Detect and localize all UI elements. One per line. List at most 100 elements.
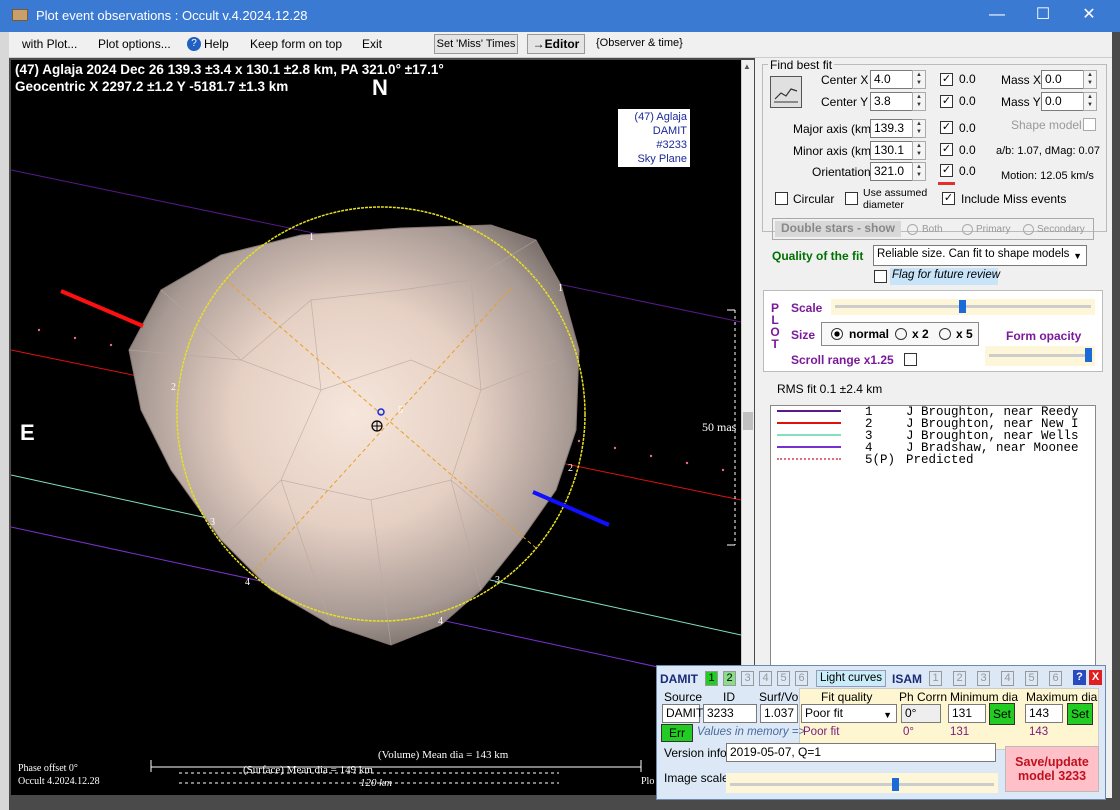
plot-area[interactable]: (47) Aglaja 2024 Dec 26 139.3 ±3.4 x 130… [11,60,741,795]
hdr-id: ID [723,690,735,704]
quality-select[interactable]: Reliable size. Can fit to shape models ▼ [873,245,1087,266]
minor-axis-checkbox[interactable]: ✓ [940,143,953,156]
isam-tab[interactable]: 4 [1001,671,1014,686]
center-y-checkbox[interactable]: ✓ [940,95,953,108]
scale-slider[interactable] [831,299,1095,315]
phcorr-field[interactable]: 0° [901,704,941,723]
include-miss-label: Include Miss events [961,192,1067,206]
size-normal-radio[interactable] [831,328,843,340]
mass-y-input[interactable]: 0.0 [1041,92,1085,111]
minimize-button[interactable]: — [974,0,1020,32]
size-x5-radio[interactable] [939,328,951,340]
minor-axis-spinner[interactable]: ▲ ▼ [912,141,926,160]
set-min-button[interactable]: Set [989,703,1015,725]
mass-y-label: Mass Y [1001,95,1041,109]
footer-version: Occult 4.2024.12.28 [18,776,100,787]
image-scale-thumb[interactable] [892,778,899,791]
help-icon[interactable]: ? [187,37,201,51]
isam-tab[interactable]: 6 [1049,671,1062,686]
ab-label: a/b: 1.07, dMag: 0.07 [996,145,1100,157]
damit-tab[interactable]: 1 [705,671,718,686]
save-update-button[interactable]: Save/update model 3233 [1005,746,1099,792]
hdr-phcorr: Ph Corrn [899,690,948,704]
editor-button[interactable]: →Editor [527,34,585,54]
orientation-input[interactable]: 321.0 [870,162,914,181]
scroll-up-icon[interactable]: ▲ [743,62,751,71]
mass-x-spinner[interactable]: ▲ ▼ [1083,70,1097,89]
double-stars-button[interactable]: Double stars - show [775,221,901,237]
circular-checkbox[interactable] [775,192,788,205]
damit-tab[interactable]: 3 [741,671,754,686]
form-opacity-slider[interactable] [985,346,1095,366]
shape-model-checkbox[interactable] [1083,118,1096,131]
scroll-thumb[interactable] [743,412,753,430]
major-axis-spinner[interactable]: ▲ ▼ [912,119,926,138]
flag-review-label: Flag for future review [890,268,1000,285]
secondary-radio[interactable] [1023,224,1034,235]
maximize-button[interactable]: ☐ [1020,0,1066,32]
center-x-checkbox[interactable]: ✓ [940,73,953,86]
both-radio[interactable] [907,224,918,235]
scale-slider-thumb[interactable] [959,300,966,313]
orientation-spinner[interactable]: ▲ ▼ [912,162,926,181]
chevron-down-icon: ▼ [1073,251,1082,261]
chord-label: 4 [245,577,250,588]
major-axis-input[interactable]: 139.3 [870,119,914,138]
menu-keep-on-top[interactable]: Keep form on top [250,37,342,51]
legend-swatch [777,422,841,424]
menu-with-plot[interactable]: with Plot... [22,37,77,51]
fit-graph-button[interactable] [770,76,802,108]
primary-radio[interactable] [962,224,973,235]
min-dia-field[interactable]: 131 [948,704,986,723]
fit-quality-select[interactable]: Poor fit ▼ [801,704,897,723]
use-assumed-label: Use assumed diameter [863,187,928,211]
isam-tab[interactable]: 5 [1025,671,1038,686]
mass-y-spinner[interactable]: ▲ ▼ [1083,92,1097,111]
footer-right: Plo [641,776,655,787]
use-assumed-checkbox[interactable] [845,192,858,205]
isam-tab[interactable]: 3 [977,671,990,686]
version-info-field[interactable]: 2019-05-07, Q=1 [726,743,996,762]
scroll-range-checkbox[interactable] [904,353,917,366]
damit-tab[interactable]: 5 [777,671,790,686]
include-miss-checkbox[interactable]: ✓ [942,192,955,205]
damit-tab[interactable]: 2 [723,671,736,686]
help-button[interactable]: ? [1073,670,1086,685]
size-x2-radio[interactable] [895,328,907,340]
light-curves-button[interactable]: Light curves [816,670,886,687]
set-max-button[interactable]: Set [1067,703,1093,725]
legend-swatch [777,434,841,436]
form-opacity-thumb[interactable] [1085,348,1092,362]
center-x-spinner[interactable]: ▲ ▼ [912,70,926,89]
menu-exit[interactable]: Exit [362,37,382,51]
flag-review-checkbox[interactable] [874,270,887,283]
orientation-checkbox[interactable]: ✓ [940,164,953,177]
center-x-input[interactable]: 4.0 [870,70,914,89]
version-info-label: Version info [664,746,727,760]
damit-tab[interactable]: 4 [759,671,772,686]
surf-field[interactable]: 1.037 [760,704,798,723]
observer-time-label[interactable]: {Observer & time} [596,37,683,49]
menu-help[interactable]: Help [204,37,229,51]
major-axis-checkbox[interactable]: ✓ [940,121,953,134]
image-scale-slider[interactable] [726,773,998,793]
menu-plot-options[interactable]: Plot options... [98,37,171,51]
damit-tab[interactable]: 6 [795,671,808,686]
info-damit: DAMIT #3233 [652,125,687,151]
legend-swatch [777,446,841,448]
chord-label: 3 [210,517,215,528]
max-dia-field[interactable]: 143 [1025,704,1063,723]
minor-axis-input[interactable]: 130.1 [870,141,914,160]
chord-label: 1 [558,283,563,294]
center-y-input[interactable]: 3.8 [870,92,914,111]
mass-x-input[interactable]: 0.0 [1041,70,1085,89]
isam-tab[interactable]: 1 [929,671,942,686]
err-button[interactable]: Err [661,724,693,742]
close-button[interactable]: ✕ [1066,0,1112,32]
id-field[interactable]: 3233 [703,704,757,723]
isam-tab[interactable]: 2 [953,671,966,686]
center-y-spinner[interactable]: ▲ ▼ [912,92,926,111]
damit-close-button[interactable]: X [1089,670,1102,685]
set-miss-times-button[interactable]: Set 'Miss' Times [434,34,518,54]
source-field[interactable]: DAMIT [662,704,703,723]
